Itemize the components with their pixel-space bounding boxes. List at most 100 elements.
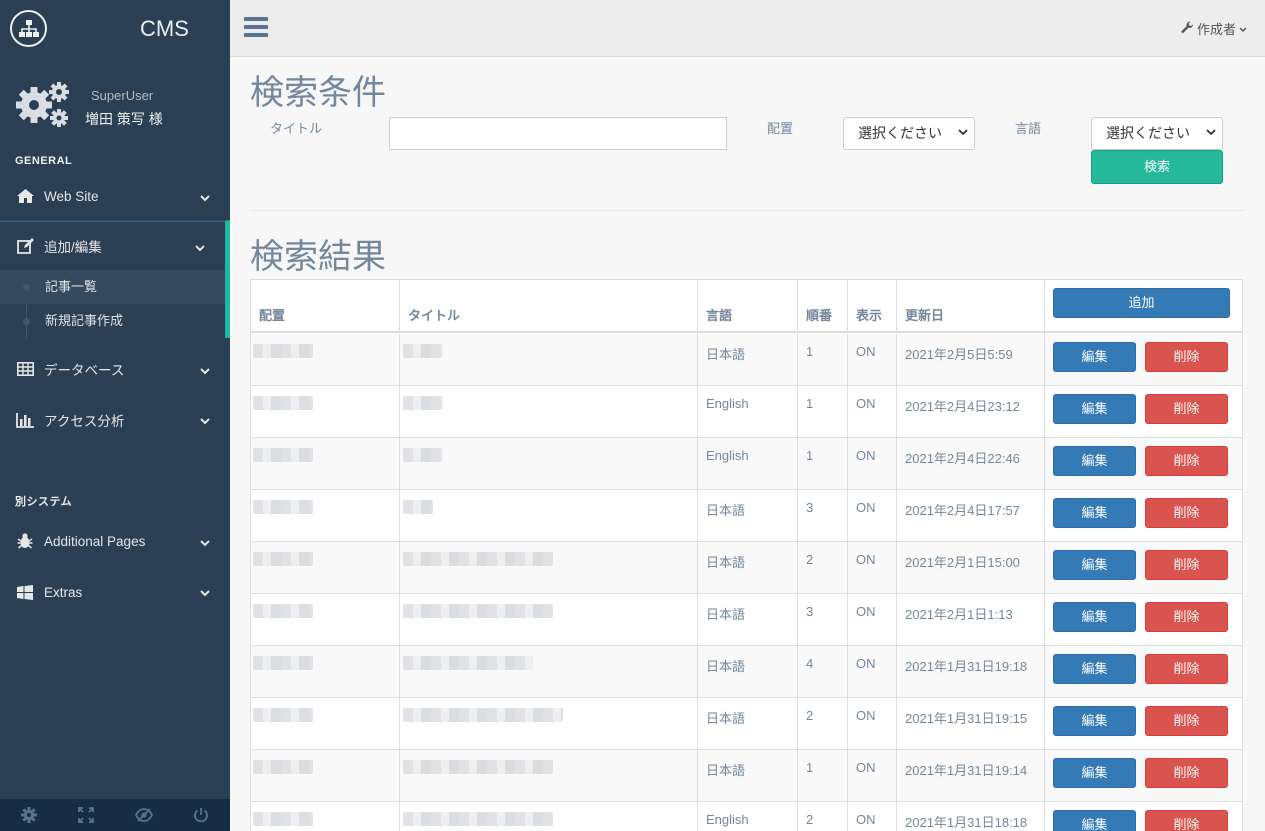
delete-button[interactable]: 削除 <box>1145 550 1228 580</box>
redacted-placement <box>253 396 313 410</box>
redacted-placement <box>253 344 313 358</box>
edit-button[interactable]: 編集 <box>1053 550 1136 580</box>
redacted-title <box>403 656 533 670</box>
language-select[interactable]: 選択ください <box>1091 117 1223 150</box>
language-select-value: 選択ください <box>1106 125 1190 141</box>
search-button[interactable]: 検索 <box>1091 150 1223 184</box>
table-header: 配置 タイトル 言語 順番 表示 更新日 追加 <box>251 280 1242 333</box>
fullscreen-icon[interactable] <box>58 799 116 831</box>
placement-select-value: 選択ください <box>858 125 942 141</box>
cell-title <box>400 542 698 594</box>
edit-button[interactable]: 編集 <box>1053 394 1136 424</box>
redacted-title <box>403 760 553 774</box>
edit-button[interactable]: 編集 <box>1053 602 1136 632</box>
column-header-language[interactable]: 言語 <box>698 280 798 332</box>
delete-button[interactable]: 削除 <box>1145 446 1228 476</box>
eye-slash-icon[interactable] <box>115 799 173 831</box>
table-row: 日本語 1 ON 2021年1月31日19:14 編集 削除 <box>251 750 1242 802</box>
edit-button[interactable]: 編集 <box>1053 758 1136 788</box>
title-input[interactable] <box>389 117 727 150</box>
edit-icon <box>15 237 35 254</box>
delete-button[interactable]: 削除 <box>1145 602 1228 632</box>
cell-display: ON <box>848 490 897 542</box>
edit-button[interactable]: 編集 <box>1053 498 1136 528</box>
placement-select[interactable]: 選択ください <box>843 117 975 150</box>
delete-button[interactable]: 削除 <box>1145 810 1228 831</box>
cell-order: 3 <box>798 490 848 542</box>
submenu-item-new-article[interactable]: 新規記事作成 <box>0 304 225 338</box>
column-header-placement[interactable]: 配置 <box>251 280 400 332</box>
add-button[interactable]: 追加 <box>1053 288 1230 318</box>
settings-icon[interactable] <box>0 799 58 831</box>
delete-button[interactable]: 削除 <box>1145 394 1228 424</box>
edit-button[interactable]: 編集 <box>1053 342 1136 372</box>
table-row: 日本語 2 ON 2021年2月1日15:00 編集 削除 <box>251 542 1242 594</box>
cell-updated: 2021年1月31日19:18 <box>897 646 1045 698</box>
submenu-item-article-list[interactable]: 記事一覧 <box>0 270 225 304</box>
table-row: English 2 ON 2021年1月31日18:18 編集 削除 <box>251 802 1242 831</box>
redacted-placement <box>253 448 313 462</box>
redacted-title <box>403 552 553 566</box>
edit-button[interactable]: 編集 <box>1053 810 1136 831</box>
cell-display: ON <box>848 750 897 802</box>
chevron-down-icon <box>1239 21 1247 36</box>
table-row: 日本語 4 ON 2021年1月31日19:18 編集 削除 <box>251 646 1242 698</box>
column-header-display[interactable]: 表示 <box>848 280 897 332</box>
cell-order: 1 <box>798 438 848 490</box>
cell-placement <box>251 334 400 386</box>
chevron-down-icon <box>200 585 210 600</box>
power-icon[interactable] <box>173 799 231 831</box>
column-header-updated[interactable]: 更新日 <box>897 280 1045 332</box>
cell-display: ON <box>848 334 897 386</box>
cell-placement <box>251 698 400 750</box>
cell-title <box>400 802 698 831</box>
profile-name: 増田 策写 様 <box>85 111 163 127</box>
column-header-title[interactable]: タイトル <box>400 280 698 332</box>
gears-icon <box>14 79 72 133</box>
edit-button[interactable]: 編集 <box>1053 654 1136 684</box>
sitemap-icon <box>10 10 47 47</box>
cell-display: ON <box>848 594 897 646</box>
redacted-placement <box>253 812 313 826</box>
sidebar-item-extras[interactable]: Extras <box>0 566 230 618</box>
cell-title <box>400 750 698 802</box>
placement-label: 配置 <box>767 121 794 136</box>
cell-display: ON <box>848 802 897 831</box>
cell-title <box>400 490 698 542</box>
chevron-down-icon <box>200 363 210 378</box>
sidebar-item-analytics[interactable]: アクセス分析 <box>0 394 230 446</box>
brand[interactable]: CMS <box>0 0 230 57</box>
sidebar-item-label: Extras <box>44 584 83 600</box>
cell-language: 日本語 <box>698 334 798 386</box>
delete-button[interactable]: 削除 <box>1145 706 1228 736</box>
cell-placement <box>251 490 400 542</box>
delete-button[interactable]: 削除 <box>1145 758 1228 788</box>
cell-placement <box>251 646 400 698</box>
sidebar-item-label: Additional Pages <box>44 533 146 549</box>
column-header-order[interactable]: 順番 <box>798 280 848 332</box>
bar-chart-icon <box>15 412 35 428</box>
chevron-down-icon <box>200 190 210 205</box>
menu-toggle-icon[interactable] <box>244 17 268 37</box>
table-row: 日本語 3 ON 2021年2月4日17:57 編集 削除 <box>251 490 1242 542</box>
sidebar-item-database[interactable]: データベース <box>0 344 230 394</box>
table-row: 日本語 3 ON 2021年2月1日1:13 編集 削除 <box>251 594 1242 646</box>
menu-section-general: GENERAL <box>15 155 73 167</box>
sidebar-item-add-edit[interactable]: 追加/編集 <box>0 220 230 270</box>
cell-updated: 2021年1月31日18:18 <box>897 802 1045 831</box>
chevron-down-icon <box>195 240 205 255</box>
edit-button[interactable]: 編集 <box>1053 446 1136 476</box>
cell-placement <box>251 542 400 594</box>
sidebar-item-website[interactable]: Web Site <box>0 175 230 217</box>
sidebar-item-additional-pages[interactable]: Additional Pages <box>0 516 230 566</box>
delete-button[interactable]: 削除 <box>1145 654 1228 684</box>
table-row: 日本語 2 ON 2021年1月31日19:15 編集 削除 <box>251 698 1242 750</box>
redacted-placement <box>253 656 313 670</box>
edit-button[interactable]: 編集 <box>1053 706 1136 736</box>
user-menu[interactable]: 作成者 <box>1181 19 1247 38</box>
delete-button[interactable]: 削除 <box>1145 342 1228 372</box>
delete-button[interactable]: 削除 <box>1145 498 1228 528</box>
cell-updated: 2021年2月5日5:59 <box>897 334 1045 386</box>
cell-display: ON <box>848 438 897 490</box>
sidebar-item-label: データベース <box>44 363 125 378</box>
